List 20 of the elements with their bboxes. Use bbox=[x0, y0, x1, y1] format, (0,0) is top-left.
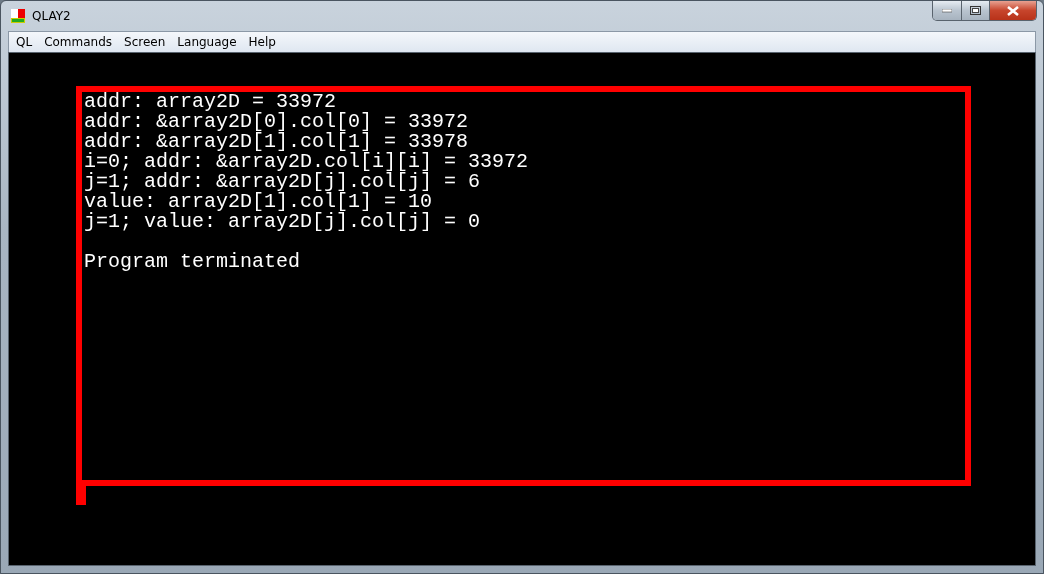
output-line: addr: &array2D[0].col[0] = 33972 bbox=[84, 112, 469, 132]
output-line: addr: &array2D[1].col[1] = 33978 bbox=[84, 132, 469, 152]
menu-item[interactable]: Help bbox=[242, 35, 282, 49]
close-icon bbox=[1007, 5, 1019, 16]
close-button[interactable] bbox=[989, 1, 1036, 20]
app-icon bbox=[10, 8, 26, 24]
output-line: i=0; addr: &array2D.col[i][i] = 33972 bbox=[84, 152, 529, 172]
maximize-button[interactable] bbox=[961, 1, 989, 20]
output-line: j=1; value: array2D[j].col[j] = 0 bbox=[84, 212, 481, 232]
menu-item[interactable]: Commands bbox=[38, 35, 119, 49]
menu-item[interactable]: QL bbox=[10, 35, 39, 49]
minimize-icon bbox=[942, 8, 952, 13]
maximize-icon bbox=[970, 6, 981, 15]
output-line: value: array2D[1].col[1] = 10 bbox=[84, 192, 433, 212]
window-title: QLAY2 bbox=[32, 9, 71, 23]
output-line: addr: array2D = 33972 bbox=[84, 92, 337, 112]
menu-item[interactable]: Language bbox=[171, 35, 243, 49]
menu-item[interactable]: Screen bbox=[118, 35, 172, 49]
status-line: Program terminated bbox=[84, 252, 301, 272]
output-line: j=1; addr: &array2D[j].col[j] = 6 bbox=[84, 172, 481, 192]
